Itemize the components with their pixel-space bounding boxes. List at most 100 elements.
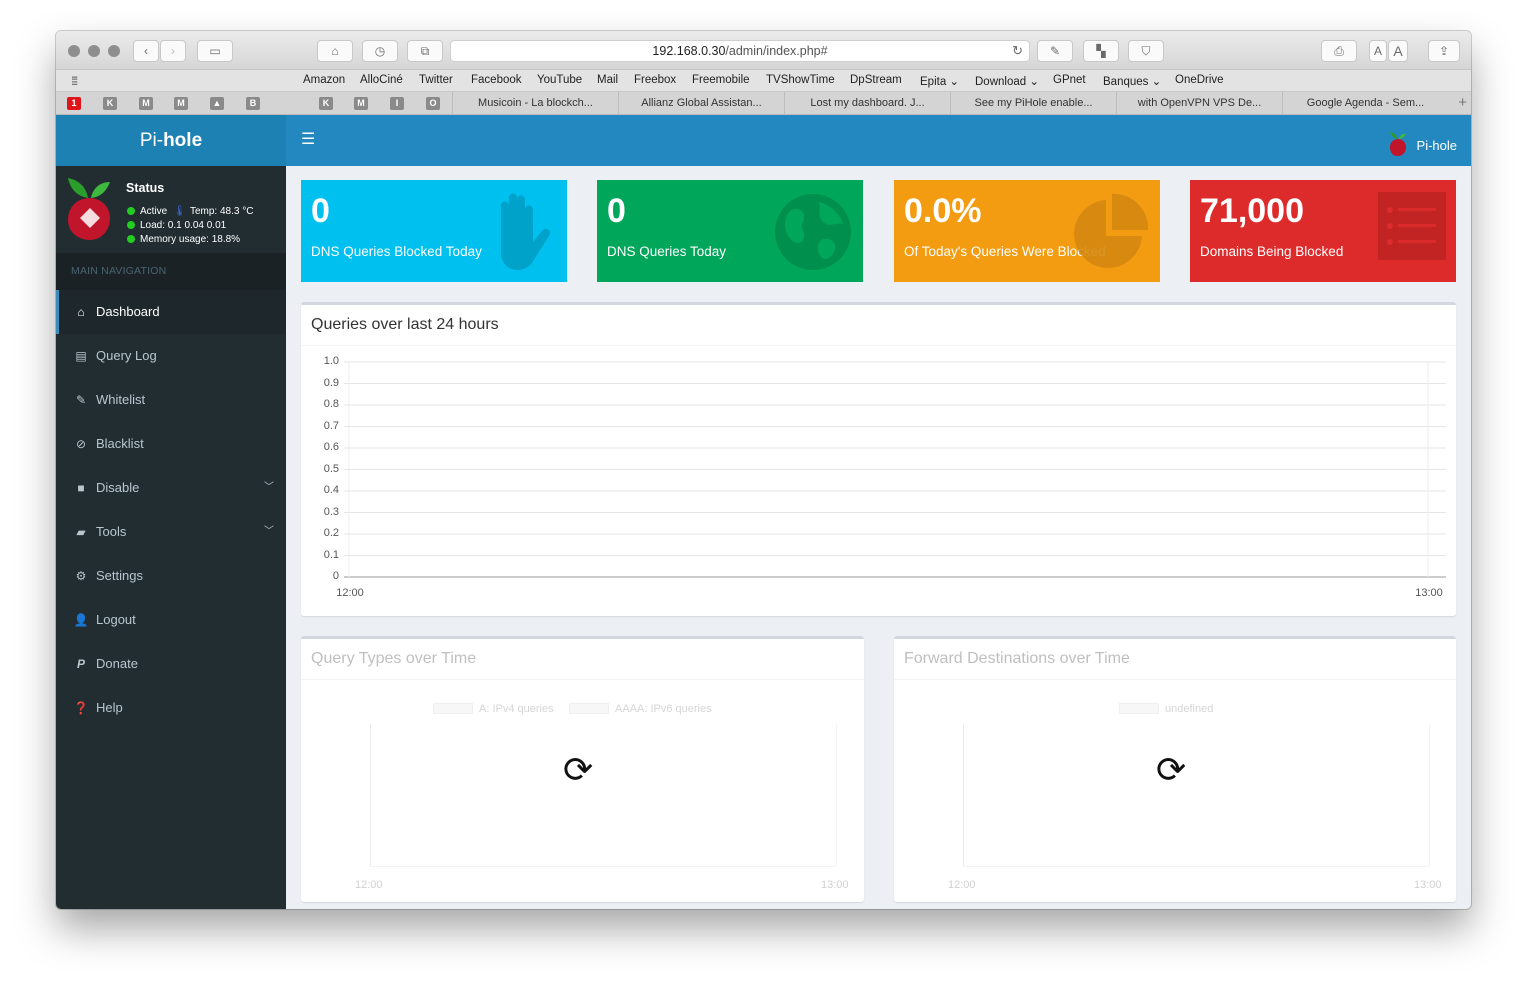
- status-panel: Status Active 🌡 Temp: 48.3 °C Load: 0.1 0.…: [56, 166, 286, 253]
- favorite-link[interactable]: GPnet: [1053, 74, 1086, 86]
- favorite-link[interactable]: Facebook: [471, 74, 522, 86]
- legend-label: undefined: [1165, 703, 1214, 715]
- favorite-link[interactable]: Freemobile: [692, 74, 750, 86]
- favorite-link[interactable]: Mail: [597, 74, 618, 86]
- pinned-tab[interactable]: M: [354, 97, 368, 110]
- reload-icon[interactable]: ↻: [1012, 41, 1023, 61]
- stat-box-queries-today: 0 DNS Queries Today: [597, 180, 863, 282]
- share-button[interactable]: ⇪: [1428, 40, 1460, 62]
- minimize-window-button[interactable]: [88, 45, 100, 57]
- brand-suffix: hole: [163, 130, 203, 151]
- grid-icon[interactable]: ⁞⁞⁞⁞: [71, 74, 78, 88]
- back-button[interactable]: ‹: [133, 40, 159, 62]
- shield-button[interactable]: ⛉: [1128, 40, 1164, 62]
- annotate-button[interactable]: ✎: [1037, 40, 1073, 62]
- pinned-tab-drive[interactable]: ▲: [210, 97, 224, 110]
- pinned-tab[interactable]: K: [103, 97, 117, 110]
- browser-tab[interactable]: Allianz Global Assistan...: [618, 92, 784, 115]
- address-bar[interactable]: 192.168.0.30/admin/index.php# ↻: [450, 40, 1030, 62]
- grid-line: [1429, 724, 1430, 866]
- sidebar-item-tools[interactable]: ▰ Tools ﹀: [56, 510, 286, 554]
- browser-tab[interactable]: with OpenVPN VPS De...: [1116, 92, 1282, 115]
- user-times-icon: 👤: [73, 613, 89, 627]
- sidebar-item-label: Dashboard: [96, 304, 160, 319]
- stop-icon: ■: [77, 481, 85, 495]
- user-menu[interactable]: Pi-hole: [1389, 132, 1457, 156]
- sidebar-item-logout[interactable]: 👤 Logout: [56, 598, 286, 642]
- menu-toggle-icon[interactable]: ☰: [301, 132, 315, 148]
- pinned-tab[interactable]: M: [174, 97, 188, 110]
- sidebar-item-whitelist[interactable]: ✎ Whitelist: [56, 378, 286, 422]
- box-title: Forward Destinations over Time: [904, 650, 1130, 667]
- sidebar-item-settings[interactable]: ⚙ Settings: [56, 554, 286, 598]
- gears-icon: ⚙: [75, 569, 87, 583]
- sidebar-item-label: Query Log: [96, 348, 157, 363]
- home-button[interactable]: ⌂: [317, 40, 353, 62]
- brand-logo[interactable]: Pi-hole: [56, 115, 286, 166]
- browser-tab[interactable]: Lost my dashboard. J...: [784, 92, 950, 115]
- stat-box-blocked-today: 0 DNS Queries Blocked Today: [301, 180, 567, 282]
- history-button[interactable]: ◷: [362, 40, 398, 62]
- sidebar-item-disable[interactable]: ■ Disable ﹀: [56, 466, 286, 510]
- box-divider: [301, 679, 864, 680]
- pinned-tab[interactable]: B: [246, 97, 260, 110]
- sidebar-item-donate[interactable]: P Donate: [56, 642, 286, 686]
- new-tab-button[interactable]: +: [1458, 94, 1467, 111]
- clock-icon: ◷: [374, 44, 386, 58]
- home-icon: ⌂: [331, 44, 339, 58]
- favorite-folder[interactable]: Banques ⌄: [1103, 74, 1161, 88]
- close-window-button[interactable]: [68, 45, 80, 57]
- legend-swatch: [569, 703, 609, 714]
- text-smaller-button[interactable]: A: [1369, 40, 1387, 62]
- favorite-folder[interactable]: Download ⌄: [975, 74, 1039, 88]
- favorite-link[interactable]: Freebox: [634, 74, 676, 86]
- browser-tab[interactable]: Google Agenda - Sem...: [1282, 92, 1448, 115]
- home-icon: ⌂: [77, 305, 85, 319]
- sidebar-item-query-log[interactable]: ▤ Query Log: [56, 334, 286, 378]
- forward-button[interactable]: ›: [160, 40, 186, 62]
- tabs-overview-button[interactable]: ⧉: [407, 40, 443, 62]
- pinned-tab[interactable]: O: [426, 97, 440, 110]
- zoom-window-button[interactable]: [108, 45, 120, 57]
- status-temp: Temp: 48.3 °C: [189, 206, 254, 217]
- pinned-tab[interactable]: K: [319, 97, 333, 110]
- sidebar-item-label: Logout: [96, 612, 136, 627]
- favorites-bar: ⁞⁞⁞⁞ Amazon AlloCiné Twitter Facebook Yo…: [56, 70, 1471, 92]
- favorite-link[interactable]: Twitter: [419, 74, 453, 86]
- sidebar-item-blacklist[interactable]: ⊘ Blacklist: [56, 422, 286, 466]
- browser-tab[interactable]: Musicoin - La blockch...: [452, 92, 618, 115]
- url-host: 192.168.0.30: [652, 44, 726, 58]
- favorite-folder[interactable]: Epita ⌄: [920, 74, 959, 88]
- favorite-link[interactable]: OneDrive: [1175, 74, 1224, 86]
- text-larger-button[interactable]: A: [1388, 40, 1408, 62]
- sidebar-item-label: Settings: [96, 568, 143, 583]
- file-icon: ▤: [75, 349, 87, 363]
- sidebar-item-dashboard[interactable]: ⌂ Dashboard: [56, 290, 286, 334]
- extension-button[interactable]: ▚: [1083, 40, 1119, 62]
- legend-item[interactable]: undefined: [1119, 703, 1213, 715]
- loading-spinner-icon: ⟳: [563, 749, 594, 790]
- legend-item[interactable]: A: IPv4 queries: [433, 703, 554, 715]
- print-button[interactable]: ⎙: [1321, 40, 1357, 62]
- browser-tab[interactable]: See my PiHole enable...: [950, 92, 1116, 115]
- pen-icon: ✎: [1049, 44, 1061, 58]
- loading-spinner-icon: ⟳: [1156, 749, 1187, 790]
- favorite-link[interactable]: AlloCiné: [360, 74, 403, 86]
- ban-icon: ⊘: [75, 437, 87, 451]
- sidebar-item-help[interactable]: ❓ Help: [56, 686, 286, 730]
- pinned-tab[interactable]: 1: [67, 97, 81, 110]
- favorite-link[interactable]: DpStream: [850, 74, 902, 86]
- favorite-link[interactable]: YouTube: [537, 74, 582, 86]
- pinned-tab[interactable]: I: [390, 97, 404, 110]
- grid-line: [836, 724, 837, 866]
- chevron-right-icon: ›: [171, 44, 175, 58]
- globe-icon: [775, 194, 851, 270]
- sidebar-item-label: Help: [96, 700, 123, 715]
- legend-item[interactable]: AAAA: IPv6 queries: [569, 703, 712, 715]
- favorite-link[interactable]: TVShowTime: [766, 74, 835, 86]
- pinned-tab[interactable]: M: [139, 97, 153, 110]
- sidebar-toggle-button[interactable]: ▭: [197, 40, 233, 62]
- printer-icon: ⎙: [1334, 44, 1344, 58]
- stat-box-percent-blocked: 0.0% Of Today's Queries Were Blocked: [894, 180, 1160, 282]
- favorite-link[interactable]: Amazon: [303, 74, 345, 86]
